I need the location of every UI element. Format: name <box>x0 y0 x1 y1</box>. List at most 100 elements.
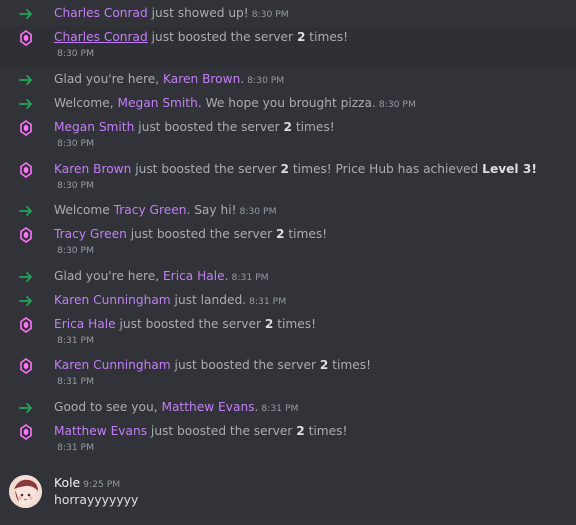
system-message-text: Megan Smith just boosted the server 2 ti… <box>54 119 568 135</box>
message-text: . We hope you brought pizza. <box>197 96 376 110</box>
message-text: Welcome, <box>54 96 118 110</box>
message-text: just showed up! <box>147 6 249 20</box>
system-message-boost[interactable]: Matthew Evans just boosted the server 2 … <box>0 420 576 460</box>
message-text: just boosted the server <box>131 162 281 176</box>
system-message-join[interactable]: Karen Cunningham just landed. 8:31 PM <box>0 289 576 311</box>
system-message-text: Good to see you, Matthew Evans. 8:31 PM <box>54 399 568 417</box>
system-message-text: Karen Brown just boosted the server 2 ti… <box>54 161 568 177</box>
user-message[interactable]: Kole 9:25 PM horrayyyyyyy <box>0 470 576 520</box>
system-message-boost[interactable]: Tracy Green just boosted the server 2 ti… <box>0 223 576 263</box>
message-timestamp[interactable]: 8:30 PM <box>252 9 289 20</box>
message-text: Glad you're here, <box>54 269 163 283</box>
system-message-join[interactable]: Charles Conrad just showed up! 8:30 PM <box>0 2 576 24</box>
chat-message-list[interactable]: Charles Conrad just showed up! 8:30 PM Cha… <box>0 0 576 525</box>
emphasis-text: 2 <box>276 227 285 241</box>
join-arrow-icon <box>17 268 35 286</box>
join-arrow-icon <box>17 5 35 23</box>
message-author-line: Kole 9:25 PM <box>54 475 120 493</box>
message-text: times! <box>304 424 348 438</box>
emphasis-text: 2 <box>280 162 290 176</box>
username-link[interactable]: Tracy Green <box>54 227 127 241</box>
message-timestamp[interactable]: 8:30 PM <box>247 75 284 86</box>
boost-gem-icon <box>17 423 35 441</box>
username-link[interactable]: Matthew Evans <box>54 424 147 438</box>
system-message-join[interactable]: Glad you're here, Erica Hale. 8:31 PM <box>0 265 576 287</box>
system-message-text: Charles Conrad just boosted the server 2… <box>54 29 568 45</box>
message-text: just boosted the server <box>147 424 297 438</box>
system-message-text: Welcome, Megan Smith. We hope you brough… <box>54 95 568 113</box>
system-message-text: Karen Cunningham just landed. 8:31 PM <box>54 292 568 310</box>
message-timestamp[interactable]: 8:30 PM <box>57 245 94 257</box>
message-text: just landed. <box>170 293 247 307</box>
message-text: just boosted the server <box>134 120 284 134</box>
message-timestamp[interactable]: 8:31 PM <box>232 272 269 283</box>
message-timestamp[interactable]: 8:31 PM <box>57 442 94 454</box>
message-timestamp[interactable]: 8:30 PM <box>240 206 277 217</box>
system-message-boost[interactable]: Erica Hale just boosted the server 2 tim… <box>0 313 576 353</box>
username-link[interactable]: Karen Brown <box>54 162 131 176</box>
message-timestamp[interactable]: 8:31 PM <box>261 403 298 414</box>
system-message-text: Glad you're here, Erica Hale. 8:31 PM <box>54 268 568 286</box>
system-message-join[interactable]: Welcome, Megan Smith. We hope you brough… <box>0 92 576 114</box>
system-message-join[interactable]: Glad you're here, Karen Brown. 8:30 PM <box>0 68 576 90</box>
system-message-boost[interactable]: Karen Cunningham just boosted the server… <box>0 354 576 394</box>
username-link[interactable]: Karen Brown <box>163 72 240 86</box>
system-message-join[interactable]: Good to see you, Matthew Evans. 8:31 PM <box>0 396 576 418</box>
message-text: . <box>254 400 259 414</box>
message-text: times! <box>273 317 317 331</box>
message-text: just boosted the server <box>115 317 265 331</box>
message-text: Welcome <box>54 203 114 217</box>
username-link[interactable]: Charles Conrad <box>54 6 148 20</box>
emphasis-text: 2 <box>283 120 293 134</box>
join-arrow-icon <box>17 95 35 113</box>
message-text: times! <box>292 120 335 134</box>
message-timestamp[interactable]: 8:30 PM <box>379 99 416 110</box>
join-arrow-icon <box>17 71 35 89</box>
message-timestamp[interactable]: 8:30 PM <box>57 180 94 192</box>
system-message-text: Welcome Tracy Green. Say hi! 8:30 PM <box>54 202 568 220</box>
system-message-text: Tracy Green just boosted the server 2 ti… <box>54 226 568 242</box>
username-link[interactable]: Megan Smith <box>118 96 198 110</box>
message-text: just boosted the server <box>126 227 277 241</box>
system-message-text: Glad you're here, Karen Brown. 8:30 PM <box>54 71 568 89</box>
message-text: times! <box>305 30 349 44</box>
message-text: . <box>224 269 229 283</box>
system-message-boost[interactable]: Karen Brown just boosted the server 2 ti… <box>0 158 576 198</box>
author-name[interactable]: Kole <box>54 475 80 490</box>
boost-gem-icon <box>17 316 35 334</box>
message-timestamp[interactable]: 8:30 PM <box>57 48 94 60</box>
message-text: just boosted the server <box>147 30 297 44</box>
join-arrow-icon <box>17 292 35 310</box>
message-timestamp[interactable]: 8:31 PM <box>57 335 94 347</box>
user-avatar-icon[interactable] <box>9 475 42 508</box>
message-text: times! <box>328 358 372 372</box>
boost-gem-icon <box>17 119 35 137</box>
message-text: . <box>240 72 245 86</box>
emphasis-text: 2 <box>296 424 305 438</box>
username-link[interactable]: Karen Cunningham <box>54 293 171 307</box>
username-link[interactable]: Megan Smith <box>54 120 134 134</box>
system-message-join[interactable]: Welcome Tracy Green. Say hi! 8:30 PM <box>0 199 576 221</box>
username-link[interactable]: Matthew Evans <box>161 400 254 414</box>
username-link[interactable]: Karen Cunningham <box>54 358 171 372</box>
emphasis-text: Level 3! <box>482 162 537 176</box>
message-text: . Say hi! <box>186 203 237 217</box>
join-arrow-icon <box>17 399 35 417</box>
system-message-text: Erica Hale just boosted the server 2 tim… <box>54 316 568 332</box>
message-text: times! Price Hub has achieved <box>289 162 483 176</box>
boost-gem-icon <box>17 29 35 47</box>
boost-gem-icon <box>17 161 35 179</box>
username-link[interactable]: Tracy Green <box>114 203 187 217</box>
message-text: just boosted the server <box>170 358 320 372</box>
username-link[interactable]: Erica Hale <box>163 269 225 283</box>
boost-gem-icon <box>17 357 35 375</box>
system-message-boost[interactable]: Megan Smith just boosted the server 2 ti… <box>0 116 576 156</box>
message-timestamp[interactable]: 8:31 PM <box>249 296 286 307</box>
username-link[interactable]: Charles Conrad <box>54 30 148 44</box>
message-timestamp[interactable]: 9:25 PM <box>83 479 120 490</box>
username-link[interactable]: Erica Hale <box>54 317 116 331</box>
system-message-boost[interactable]: Charles Conrad just boosted the server 2… <box>0 26 576 66</box>
message-timestamp[interactable]: 8:30 PM <box>57 138 94 150</box>
system-message-text: Matthew Evans just boosted the server 2 … <box>54 423 568 439</box>
message-timestamp[interactable]: 8:31 PM <box>57 376 94 388</box>
